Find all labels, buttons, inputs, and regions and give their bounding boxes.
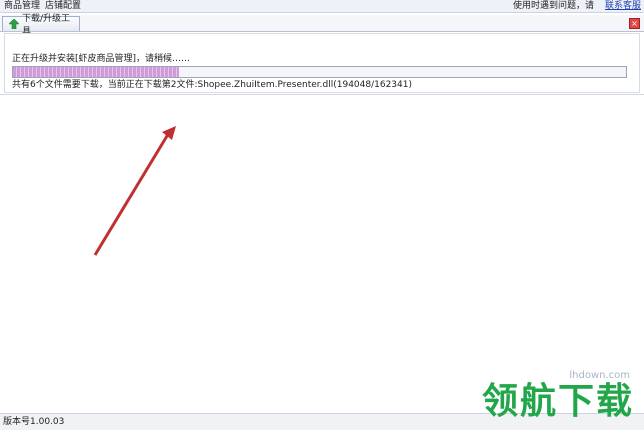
version-label: 版本号1.00.03: [3, 417, 65, 427]
annotation-arrow: [93, 126, 176, 256]
watermark-text: 领航下载: [481, 381, 634, 422]
watermark: lhdown.com 领航下载: [454, 370, 634, 426]
